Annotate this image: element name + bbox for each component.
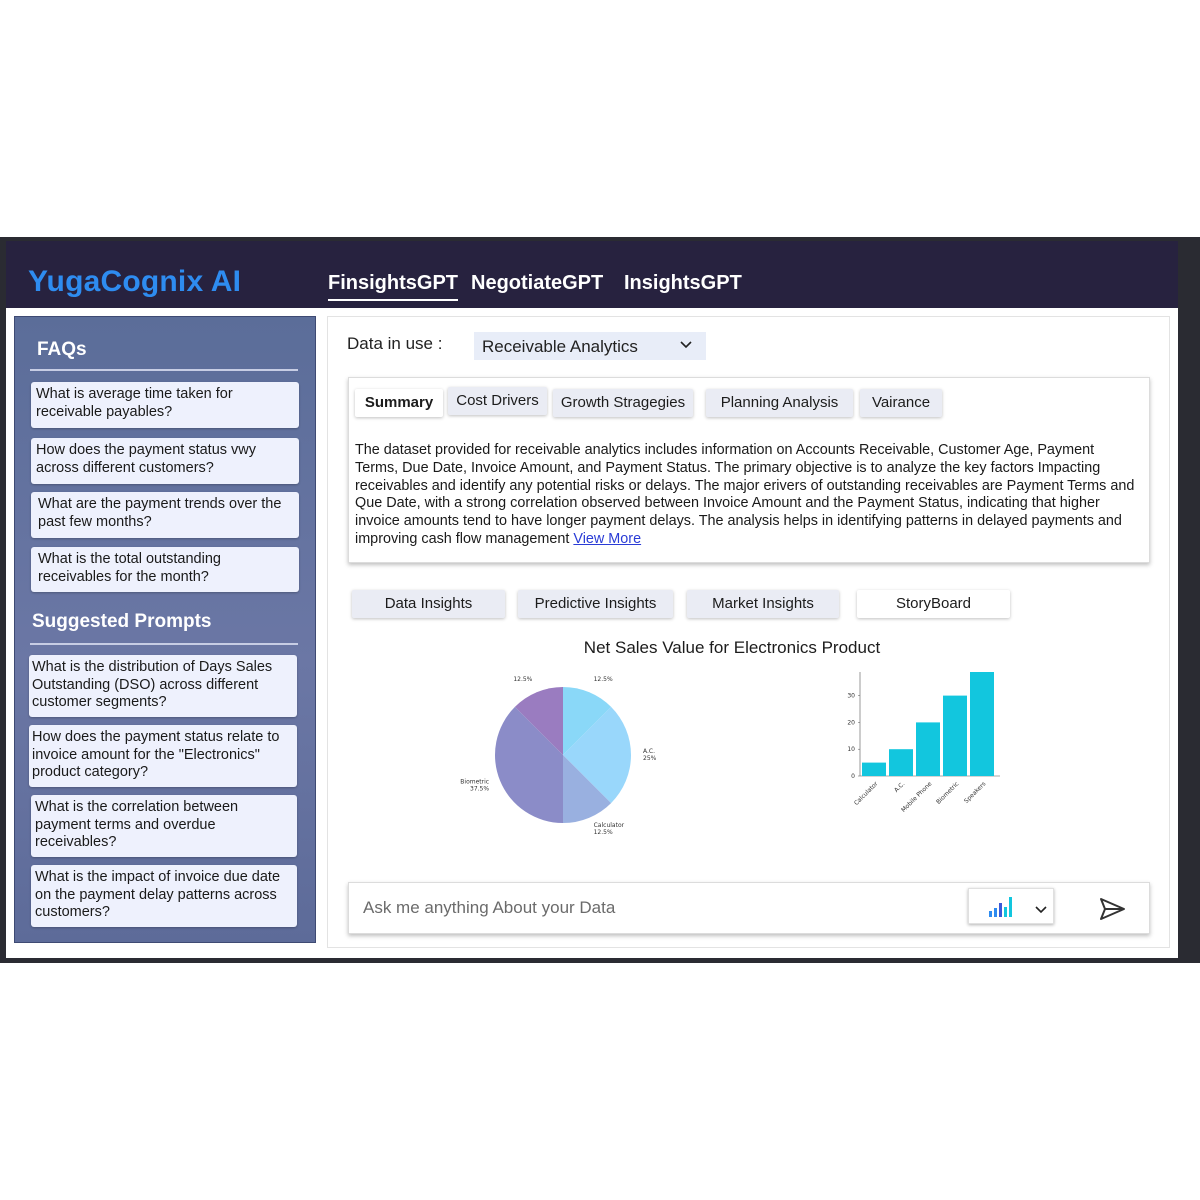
dataset-select-value: Receivable Analytics [482,337,638,356]
x-tick-label: Calculator [853,780,880,807]
prompt-item[interactable]: What is the distribution of Days Sales O… [29,655,297,717]
tab-cost-drivers[interactable]: Cost Drivers [448,387,547,415]
pie-slice-percent: 25% [643,755,657,762]
prompt-item[interactable]: How does the payment status relate to in… [29,725,297,787]
prompt-item[interactable]: What is the correlation between payment … [31,795,297,857]
bar [862,762,886,776]
y-tick-label: 0 [851,773,855,780]
pie-slice-percent: 12.5% [513,676,532,683]
prompt-item[interactable]: What is the impact of invoice due date o… [31,865,297,927]
main-panel: Data in use : Receivable Analytics Summa… [327,316,1170,948]
nav-finsightsgpt[interactable]: FinsightsGPT [328,272,458,301]
pie-slice-label: Calculator [594,822,625,829]
ask-bar [348,882,1150,934]
chevron-down-icon [680,341,692,349]
brand-logo[interactable]: YugaCognix AI [28,265,241,299]
tab-planning-analysis[interactable]: Planning Analysis [706,389,853,417]
x-tick-label: Biometric [935,780,960,805]
tab-storyboard[interactable]: StoryBoard [857,590,1010,618]
suggested-prompts-title: Suggested Prompts [32,611,212,632]
send-icon[interactable] [1097,895,1127,923]
nav-negotiategpt[interactable]: NegotiateGPT [471,272,603,295]
y-tick-label: 10 [847,746,855,753]
faqs-title: FAQs [37,339,87,360]
nav-insightsgpt[interactable]: InsightsGPT [624,272,742,295]
faqs-divider [30,369,298,371]
voice-mode-select[interactable] [968,888,1054,924]
bar [943,695,967,776]
tab-predictive-insights[interactable]: Predictive Insights [518,590,673,618]
x-tick-label: A.C. [893,780,907,794]
tab-variance[interactable]: Vairance [860,389,942,417]
summary-body: The dataset provided for receivable anal… [355,442,1135,547]
sidebar: FAQs What is average time taken for rece… [14,316,316,943]
bar-signal-icon [989,897,1047,917]
faq-item[interactable]: What are the payment trends over the pas… [31,492,299,538]
prompts-divider [30,643,298,645]
pie-slice-percent: 12.5% [594,829,613,836]
y-tick-label: 20 [847,719,855,726]
pie-slice-label: A.C. [643,748,655,755]
summary-text: The dataset provided for receivable anal… [355,442,1139,549]
bar-chart: 01020304050CalculatorA.C.Mobile PhoneBio… [847,672,1000,814]
tab-summary[interactable]: Summary [355,389,443,417]
ask-input[interactable] [355,891,955,925]
bar [916,722,940,776]
pie-slice-percent: 37.5% [470,786,489,793]
chevron-down-icon [1035,906,1047,914]
pie-slice-percent: 12.5% [594,676,613,683]
summary-card: Summary Cost Drivers Growth Stragegies P… [348,377,1150,563]
dataset-select[interactable]: Receivable Analytics [474,332,706,360]
app-window: YugaCognix AI FinsightsGPT NegotiateGPT … [0,237,1200,963]
pie-slice-label: Biometric [460,779,489,786]
bar [970,672,994,776]
faq-item[interactable]: What is the total outstanding receivable… [31,547,299,592]
content-board: FAQs What is average time taken for rece… [6,308,1178,958]
tab-growth-strategies[interactable]: Growth Stragegies [553,389,693,417]
chart-title: Net Sales Value for Electronics Product [583,638,881,657]
faq-item[interactable]: What is average time taken for receivabl… [31,382,299,428]
top-navigation-bar: YugaCognix AI FinsightsGPT NegotiateGPT … [6,241,1178,308]
bar [889,749,913,776]
pie-chart: 12.5%A.C.25%Calculator12.5%Biometric37.5… [460,676,657,836]
y-tick-label: 40 [847,672,855,673]
view-more-link[interactable]: View More [573,531,641,547]
x-tick-label: Speakers [963,780,987,804]
faq-item[interactable]: How does the payment status vwy across d… [31,438,299,484]
y-tick-label: 30 [847,693,855,700]
tab-data-insights[interactable]: Data Insights [352,590,505,618]
data-in-use-label: Data in use : [347,334,443,353]
tab-market-insights[interactable]: Market Insights [687,590,839,618]
